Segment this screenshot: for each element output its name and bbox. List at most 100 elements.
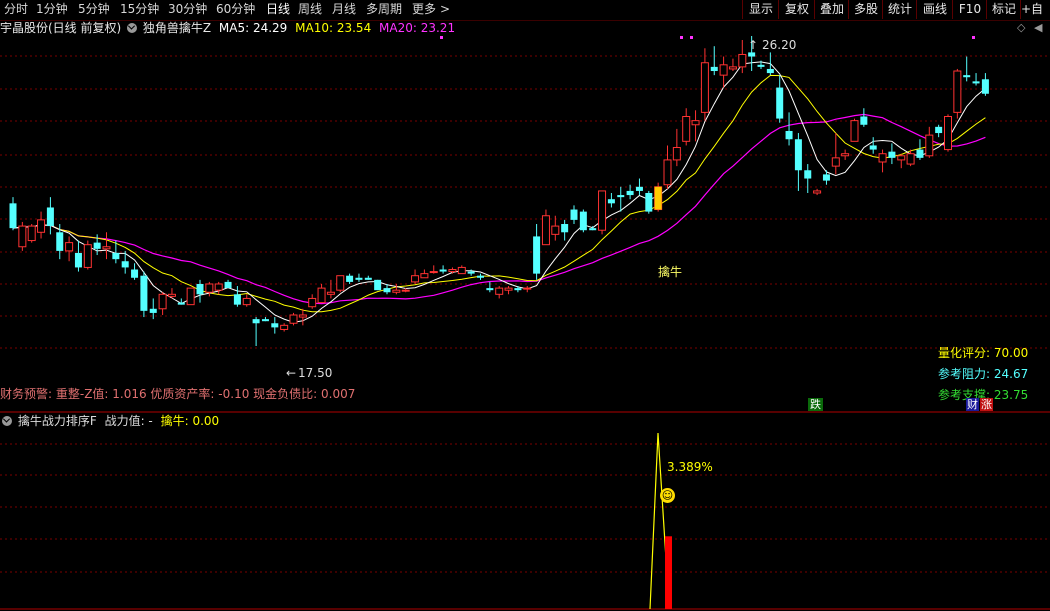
candle-body (514, 288, 522, 291)
candle-body (355, 277, 363, 280)
period-tab-weekly[interactable]: 周线 (298, 1, 322, 18)
candle-body (167, 293, 176, 297)
add-watchlist-button[interactable]: +自选 (1020, 0, 1050, 19)
candle-body (589, 228, 597, 231)
period-tab-multi[interactable]: 多周期 (366, 1, 402, 18)
candle (102, 232, 111, 260)
candle (916, 139, 924, 160)
candle (878, 149, 887, 173)
period-tab-more[interactable]: 更多 (412, 1, 436, 18)
candle (570, 205, 578, 225)
candle (27, 224, 36, 243)
candle (140, 271, 148, 318)
more-arrow-icon[interactable]: > (440, 1, 450, 18)
candle-body (906, 153, 915, 165)
period-tab-timeshare[interactable]: 分时 (4, 1, 28, 18)
candle (495, 286, 504, 299)
signal-dot (440, 36, 443, 39)
period-tab-60min[interactable]: 60分钟 (216, 1, 255, 18)
candle-body (850, 120, 859, 142)
candle-body (607, 199, 615, 204)
candle (242, 294, 251, 307)
candlestick-chart[interactable] (0, 36, 1050, 611)
finance-badge[interactable]: 财 (966, 398, 979, 411)
candle (65, 236, 74, 262)
candle-body (944, 116, 952, 151)
candle (831, 133, 840, 175)
candle (804, 164, 812, 193)
candle (392, 283, 401, 295)
candle-body (289, 314, 298, 324)
candle-body (935, 126, 943, 134)
candle (551, 215, 560, 241)
collapse-icon[interactable]: ◀ (1034, 21, 1042, 34)
candle-body (776, 87, 784, 119)
candle (420, 269, 429, 279)
period-tab-monthly[interactable]: 月线 (332, 1, 356, 18)
candle (9, 197, 17, 231)
candle-body (140, 275, 148, 311)
candle (561, 219, 569, 241)
multi-stock-button[interactable]: 多股 (848, 0, 883, 19)
display-button[interactable]: 显示 (742, 0, 779, 19)
candle-body (177, 302, 185, 305)
candle-body (841, 153, 850, 157)
candle-body (804, 170, 812, 179)
sub-indicator-dropdown-icon[interactable] (2, 416, 12, 426)
candle-body (364, 277, 372, 280)
candle (56, 224, 64, 260)
candle (364, 275, 372, 280)
candle (776, 75, 784, 123)
candle-body (981, 79, 989, 94)
candle-body (112, 252, 120, 260)
candle-body (374, 279, 382, 291)
candle-body (691, 120, 700, 126)
candle-body (672, 147, 681, 161)
period-tab-5min[interactable]: 5分钟 (78, 1, 110, 18)
candle-body (925, 134, 934, 157)
candle (486, 281, 494, 293)
indicator-dropdown-icon[interactable] (127, 23, 138, 33)
period-tab-1min[interactable]: 1分钟 (36, 1, 68, 18)
f10-button[interactable]: F10 (952, 0, 987, 19)
candle-body (383, 288, 391, 293)
candle-body (541, 215, 550, 246)
candle-body (757, 64, 765, 67)
ma5-value: MA5: 24.29 (218, 21, 288, 35)
rise-badge[interactable]: 涨 (980, 398, 993, 411)
candle (83, 240, 92, 270)
adjust-button[interactable]: 复权 (778, 0, 815, 19)
peak-percent-label: 3.389% (667, 460, 713, 474)
candle-body (46, 207, 54, 227)
candle-body (411, 275, 420, 283)
candle-body (551, 225, 560, 235)
candle (233, 286, 241, 307)
candle (813, 188, 822, 196)
stats-button[interactable]: 统计 (882, 0, 917, 19)
diamond-icon[interactable]: ◇ (1017, 21, 1025, 34)
period-toolbar: 分时 1分钟 5分钟 15分钟 30分钟 60分钟 日线 周线 月线 多周期 更… (0, 0, 1050, 21)
overlay-button[interactable]: 叠加 (814, 0, 849, 19)
main-info-line: 宇晶股份(日线 前复权) 独角兽擒牛Z MA5: 24.29 MA10: 23.… (0, 20, 455, 36)
candle-body (326, 291, 335, 295)
period-tab-daily[interactable]: 日线 (266, 1, 290, 18)
support-value: 23.75 (993, 388, 1029, 402)
candle-body (233, 294, 241, 305)
candle-body (18, 225, 27, 248)
candle-body (429, 271, 438, 274)
candle-body (27, 225, 36, 242)
candle-body (953, 70, 962, 113)
candle (186, 287, 195, 306)
candle (308, 294, 317, 309)
period-tab-30min[interactable]: 30分钟 (168, 1, 207, 18)
draw-line-button[interactable]: 画线 (916, 0, 953, 19)
candle-body (486, 288, 494, 291)
candle-body (897, 155, 906, 161)
candle (626, 184, 634, 200)
candle-body (748, 52, 756, 57)
mark-button[interactable]: 标记 (986, 0, 1021, 19)
candle-body (448, 269, 457, 273)
fall-badge[interactable]: 跌 (808, 398, 823, 411)
high-arrow-icon: ↑ (748, 38, 759, 52)
period-tab-15min[interactable]: 15分钟 (120, 1, 159, 18)
